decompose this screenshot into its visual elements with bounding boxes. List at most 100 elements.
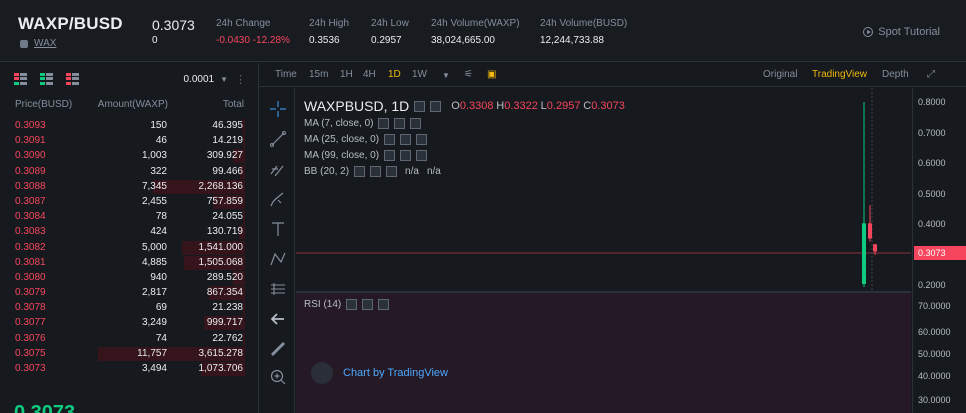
spot-tutorial-link[interactable]: Spot Tutorial xyxy=(863,26,940,38)
ask-total: 999.717 xyxy=(206,317,243,329)
coin-info: WAX xyxy=(20,38,56,49)
tradingview-brand[interactable]: Chart by TradingView xyxy=(311,362,448,384)
ask-row[interactable]: 0.3076 74 22.762 xyxy=(0,331,257,346)
zoom-in-icon[interactable] xyxy=(269,368,287,386)
tick-size-select[interactable]: 0.0001 ▼ xyxy=(183,74,228,85)
chart-toolbar: Time 15m 1H 4H 1D 1W ▼ ⚟ ▣ Original Trad… xyxy=(259,63,966,87)
coin-link[interactable]: WAX xyxy=(34,38,56,49)
ask-row[interactable]: 0.3073 3,494 1,073.706 xyxy=(0,361,257,376)
gear-icon[interactable] xyxy=(400,134,412,145)
interval-1d[interactable]: 1D xyxy=(388,69,401,80)
pattern-icon[interactable] xyxy=(269,250,287,268)
ruler-icon[interactable] xyxy=(269,340,287,358)
view-depth[interactable]: Depth xyxy=(882,69,909,80)
interval-1h[interactable]: 1H xyxy=(340,69,353,80)
more-intervals-icon[interactable]: ▼ xyxy=(442,71,450,80)
legend-eye-icon[interactable] xyxy=(414,100,426,112)
settings-sliders-icon[interactable]: ⚟ xyxy=(464,69,473,80)
eye-icon[interactable] xyxy=(384,150,396,161)
time-button[interactable]: Time xyxy=(275,69,297,80)
ask-price: 0.3079 xyxy=(15,287,46,299)
market-header: WAXP/BUSD WAX 0.3073 0 24h Change -0.043… xyxy=(0,0,966,62)
crosshair-icon[interactable] xyxy=(269,100,287,118)
close-icon[interactable] xyxy=(386,166,398,177)
prediction-icon[interactable] xyxy=(269,280,287,298)
ask-amount: 74 xyxy=(155,332,167,344)
price-axis[interactable]: 0.8000 0.7000 0.6000 0.5000 0.4000 0.307… xyxy=(912,88,966,413)
book-asks-icon[interactable] xyxy=(66,73,79,85)
ask-amount: 424 xyxy=(150,226,167,238)
view-original[interactable]: Original xyxy=(763,69,797,80)
eye-icon[interactable] xyxy=(346,299,358,310)
indicator-icon[interactable]: ▣ xyxy=(487,69,496,80)
book-both-sides-icon[interactable] xyxy=(14,73,27,85)
stat-value: 38,024,665.00 xyxy=(431,35,495,46)
text-icon[interactable] xyxy=(269,220,287,238)
indicator-label: BB (20, 2) xyxy=(304,166,350,177)
more-options-icon[interactable]: ⋮ xyxy=(235,73,246,86)
close-icon[interactable] xyxy=(378,299,390,310)
ask-row[interactable]: 0.3079 2,817 867.354 xyxy=(0,285,257,301)
chart-legend: WAXPBUSD, 1D O0.3308 H0.3322 L0.2957 C0.… xyxy=(304,98,625,114)
ask-total: 1,073.706 xyxy=(198,363,244,374)
ask-row[interactable]: 0.3087 2,455 757.859 xyxy=(0,194,257,209)
gear-icon[interactable] xyxy=(394,118,406,129)
ask-amount: 3,494 xyxy=(141,363,167,374)
ask-row[interactable]: 0.3084 78 24.055 xyxy=(0,209,257,225)
ask-price: 0.3090 xyxy=(15,150,46,162)
order-book: 0.0001 ▼ ⋮ Price(BUSD) Amount(WAXP) Total… xyxy=(0,63,257,413)
expand-icon[interactable]: ⤢ xyxy=(927,69,935,80)
ask-row[interactable]: 0.3078 69 21.238 xyxy=(0,300,257,316)
ask-total: 22.762 xyxy=(212,332,243,344)
ask-price: 0.3089 xyxy=(15,165,46,177)
stat-value: 0.3536 xyxy=(309,35,340,46)
ask-row[interactable]: 0.3088 7,345 2,268.136 xyxy=(0,179,257,194)
ask-total: 289.520 xyxy=(206,271,243,283)
trading-app: WAXP/BUSD WAX 0.3073 0 24h Change -0.043… xyxy=(0,0,966,413)
ask-row[interactable]: 0.3082 5,000 1,541.000 xyxy=(0,240,257,255)
drawing-tools xyxy=(259,88,295,413)
stat-value: -0.0430 -12.28% xyxy=(216,35,290,46)
ask-row[interactable]: 0.3090 1,003 309.927 xyxy=(0,148,257,164)
ask-amount: 2,817 xyxy=(141,287,167,299)
eye-icon[interactable] xyxy=(384,134,396,145)
symbol-title[interactable]: WAXP/BUSD xyxy=(18,14,123,34)
ask-price: 0.3073 xyxy=(15,363,46,374)
brush-icon[interactable] xyxy=(269,190,287,208)
ask-row[interactable]: 0.3089 322 99.466 xyxy=(0,164,257,179)
candle-body xyxy=(873,244,877,252)
ask-row[interactable]: 0.3080 940 289.520 xyxy=(0,270,257,285)
interval-1w[interactable]: 1W xyxy=(412,69,427,80)
interval-4h[interactable]: 4H xyxy=(363,69,376,80)
legend-settings-icon[interactable] xyxy=(430,100,442,112)
ask-amount: 46 xyxy=(155,135,167,147)
ask-row[interactable]: 0.3083 424 130.719 xyxy=(0,224,257,240)
gear-icon[interactable] xyxy=(362,299,374,310)
close-icon[interactable] xyxy=(410,118,422,129)
gear-icon[interactable] xyxy=(400,150,412,161)
candle-body xyxy=(868,223,872,239)
close-icon[interactable] xyxy=(416,134,428,145)
ask-row[interactable]: 0.3077 3,249 999.717 xyxy=(0,315,257,331)
ask-row[interactable]: 0.3091 46 14.219 xyxy=(0,133,257,149)
ask-total: 99.466 xyxy=(212,165,243,177)
close-icon[interactable] xyxy=(416,150,428,161)
interval-15m[interactable]: 15m xyxy=(309,69,328,80)
back-arrow-icon[interactable] xyxy=(269,310,287,328)
last-price: 0.3073 xyxy=(152,17,195,33)
fib-tool-icon[interactable] xyxy=(269,160,287,178)
ask-row[interactable]: 0.3075 11,757 3,615.278 xyxy=(0,346,257,361)
trend-line-icon[interactable] xyxy=(269,130,287,148)
view-tradingview[interactable]: TradingView xyxy=(812,69,867,80)
eye-icon[interactable] xyxy=(354,166,366,177)
book-bids-icon[interactable] xyxy=(40,73,53,85)
chart-panel: Time 15m 1H 4H 1D 1W ▼ ⚟ ▣ Original Trad… xyxy=(258,63,966,413)
gear-icon[interactable] xyxy=(370,166,382,177)
rsi-pane[interactable]: RSI (14) Chart by TradingView xyxy=(296,291,911,413)
ask-row[interactable]: 0.3081 4,885 1,505.068 xyxy=(0,255,257,270)
chart-plot-area[interactable]: WAXPBUSD, 1D O0.3308 H0.3322 L0.2957 C0.… xyxy=(296,88,911,413)
price-tick: 0.7000 xyxy=(918,128,946,138)
stat-label: 24h Volume(WAXP) xyxy=(431,18,520,29)
eye-icon[interactable] xyxy=(378,118,390,129)
ask-row[interactable]: 0.3093 150 46.395 xyxy=(0,118,257,133)
